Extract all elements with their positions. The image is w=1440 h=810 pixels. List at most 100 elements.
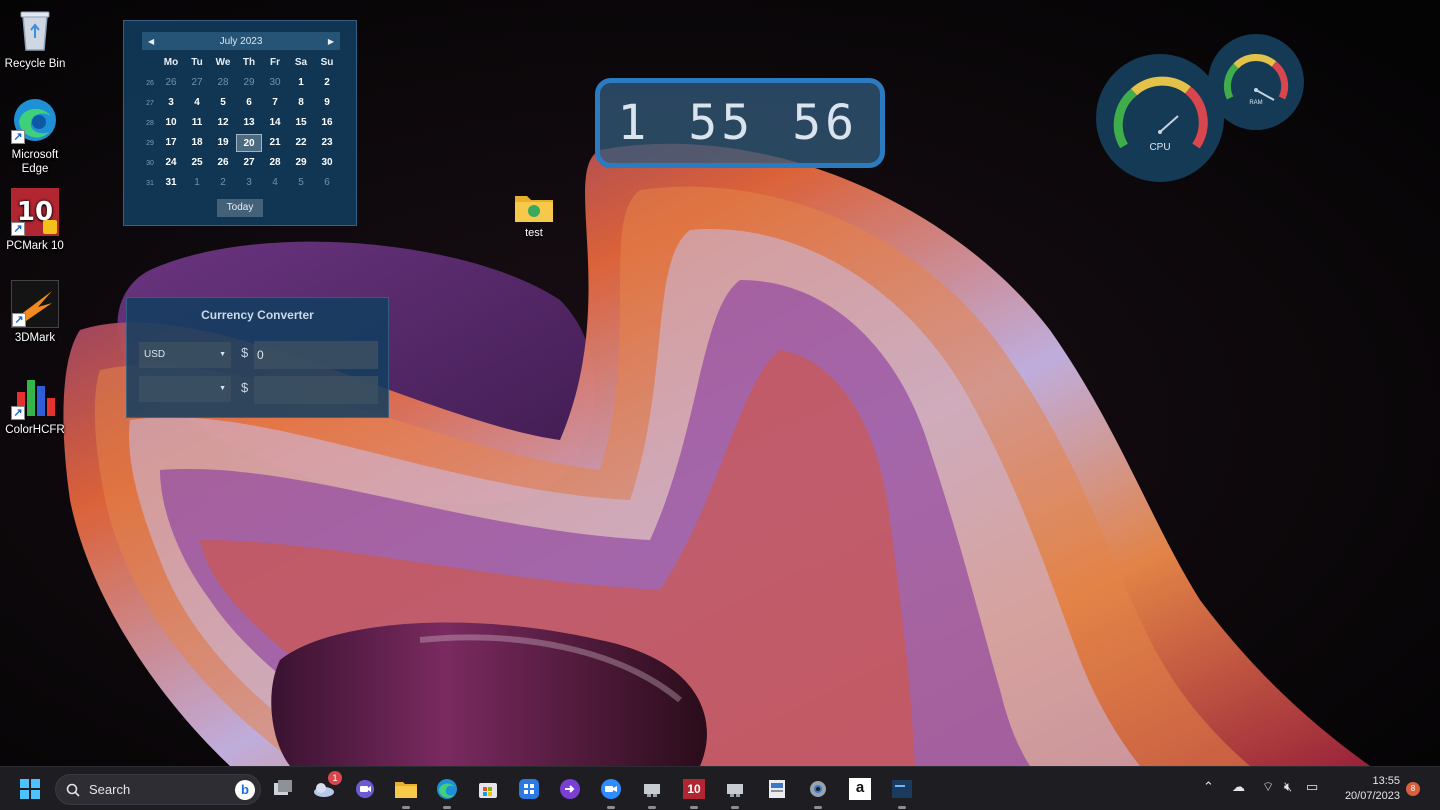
calendar-day-cell[interactable]: 30 <box>314 154 340 172</box>
calendar-day-cell[interactable]: 18 <box>184 134 210 152</box>
calendar-day-cell[interactable]: 31 <box>158 174 184 192</box>
amazon-button[interactable]: a <box>846 775 874 803</box>
calendar-today-button[interactable]: Today <box>217 199 263 217</box>
terminal-icon <box>892 780 912 798</box>
from-currency-select[interactable]: USD ▼ <box>139 342 231 368</box>
file-explorer-button[interactable] <box>392 775 420 809</box>
calendar-day-cell[interactable]: 13 <box>236 114 262 132</box>
ram-gauge-label: RAM <box>1249 100 1263 106</box>
taskbar-date: 20/07/2023 <box>1344 790 1400 802</box>
calendar-day-cell[interactable]: 20 <box>236 134 262 152</box>
from-amount-input[interactable] <box>254 341 378 369</box>
settings-button[interactable] <box>804 775 832 809</box>
calendar-day-cell[interactable]: 5 <box>210 94 236 112</box>
calendar-day-cell[interactable]: 22 <box>288 134 314 152</box>
cpu-gauge-dial <box>1113 76 1208 149</box>
notification-badge[interactable]: 8 <box>1406 782 1420 796</box>
calendar-day-cell[interactable]: 10 <box>158 114 184 132</box>
purple-app-icon <box>560 779 580 799</box>
calendar-day-cell[interactable]: 6 <box>314 174 340 192</box>
dow-label: Fr <box>270 57 280 68</box>
calendar-day-cell[interactable]: 16 <box>314 114 340 132</box>
teams-chat-button[interactable] <box>351 775 379 803</box>
calendar-day-cell[interactable]: 23 <box>314 134 340 152</box>
app-button-document[interactable] <box>763 775 791 803</box>
wifi-icon[interactable]: ⌔ <box>1262 779 1274 795</box>
next-month-icon[interactable]: ▶ <box>328 37 334 46</box>
calendar-day-cell[interactable]: 12 <box>210 114 236 132</box>
calendar-day-cell[interactable]: 24 <box>158 154 184 172</box>
app-button-zoom[interactable] <box>597 775 625 809</box>
calendar-day-cell[interactable]: 30 <box>262 74 288 92</box>
calendar-day-cell[interactable]: 29 <box>236 74 262 92</box>
dow-label: Sa <box>294 57 308 68</box>
bing-icon[interactable]: b <box>235 780 255 800</box>
search-icon <box>66 783 80 797</box>
to-amount-input[interactable] <box>254 376 378 404</box>
calendar-day-cell[interactable]: 7 <box>262 94 288 112</box>
calendar-day-cell[interactable]: 27 <box>236 154 262 172</box>
app-button-server-2[interactable] <box>721 775 749 809</box>
to-currency-symbol: $ <box>241 380 249 395</box>
calendar-day-cell[interactable]: 3 <box>158 94 184 112</box>
calendar-day-cell[interactable]: 21 <box>262 134 288 152</box>
task-view-button[interactable] <box>269 775 297 803</box>
calendar-day-cell[interactable]: 19 <box>210 134 236 152</box>
calendar-day-cell[interactable]: 15 <box>288 114 314 132</box>
calendar-day-cell[interactable]: 4 <box>262 174 288 192</box>
battery-icon[interactable]: ▭ <box>1306 779 1318 795</box>
desktop-icon-test-folder[interactable]: test <box>506 190 562 239</box>
onedrive-cloud-icon[interactable]: ☁ <box>1232 779 1245 795</box>
app-button-server[interactable] <box>638 775 666 809</box>
shortcut-arrow-icon: ↗ <box>11 222 25 236</box>
calendar-day-cell[interactable]: 1 <box>288 74 314 92</box>
calendar-day-cell[interactable]: 28 <box>210 74 236 92</box>
start-button[interactable] <box>16 775 44 803</box>
calendar-day-cell[interactable]: 2 <box>210 174 236 192</box>
show-hidden-icons-chevron-icon[interactable]: ⌃ <box>1203 779 1214 795</box>
desktop-icon-colorhcfr[interactable]: ↗ ColorHCFR <box>0 372 70 436</box>
prev-month-icon[interactable]: ◀ <box>148 37 154 46</box>
desktop-icon-microsoft-edge[interactable]: ↗ Microsoft Edge <box>0 96 70 176</box>
calendar-day-cell[interactable]: 4 <box>184 94 210 112</box>
dropdown-caret-icon: ▼ <box>219 351 226 358</box>
calendar-day-cell[interactable]: 11 <box>184 114 210 132</box>
colorhcfr-label: ColorHCFR <box>5 424 65 436</box>
calendar-day-cell[interactable]: 26 <box>210 154 236 172</box>
calendar-day-cell[interactable]: 9 <box>314 94 340 112</box>
calendar-days-of-week: Mo Tu We Th Fr Sa Su <box>142 57 340 68</box>
app-button-purple[interactable] <box>556 775 584 803</box>
calendar-day-cell[interactable]: 28 <box>262 154 288 172</box>
calendar-week-number: 26 <box>146 79 154 87</box>
calendar-day-cell[interactable]: 14 <box>262 114 288 132</box>
calendar-day-cell[interactable]: 6 <box>236 94 262 112</box>
desktop-icon-pcmark-10[interactable]: 10 ↗ PCMark 10 <box>0 188 70 252</box>
edge-taskbar-button[interactable] <box>433 775 461 809</box>
weather-badge: 1 <box>328 771 342 785</box>
terminal-button[interactable] <box>888 775 916 809</box>
taskbar-clock[interactable]: 13:55 20/07/2023 <box>1332 774 1400 804</box>
calendar-day-cell[interactable]: 2 <box>314 74 340 92</box>
microsoft-store-button[interactable] <box>474 775 502 803</box>
3dmark-label: 3DMark <box>14 332 56 344</box>
calendar-day-cell[interactable]: 26 <box>158 74 184 92</box>
calendar-day-cell[interactable]: 17 <box>158 134 184 152</box>
app-button-blue[interactable] <box>515 775 543 803</box>
calendar-day-cell[interactable]: 3 <box>236 174 262 192</box>
taskbar-search-box[interactable]: Search b <box>55 774 261 805</box>
calendar-day-cell[interactable]: 1 <box>184 174 210 192</box>
from-currency-value: USD <box>144 349 166 360</box>
speaker-muted-icon[interactable]: 🔇︎ <box>1284 779 1292 795</box>
calendar-day-cell[interactable]: 27 <box>184 74 210 92</box>
calendar-day-cell[interactable]: 29 <box>288 154 314 172</box>
widgets-weather-button[interactable]: 1 <box>310 771 342 803</box>
calendar-day-cell[interactable]: 25 <box>184 154 210 172</box>
calendar-day-cell[interactable]: 5 <box>288 174 314 192</box>
pcmark-taskbar-button[interactable]: 10 <box>680 775 708 809</box>
calendar-day-cell[interactable]: 8 <box>288 94 314 112</box>
desktop-icon-recycle-bin[interactable]: Recycle Bin <box>0 6 70 70</box>
to-currency-select[interactable]: ▼ <box>139 376 231 402</box>
desktop-icon-3dmark[interactable]: ↗ 3DMark <box>0 280 70 344</box>
clock-minutes: 55 <box>688 95 755 151</box>
app-grid-icon <box>519 779 539 799</box>
